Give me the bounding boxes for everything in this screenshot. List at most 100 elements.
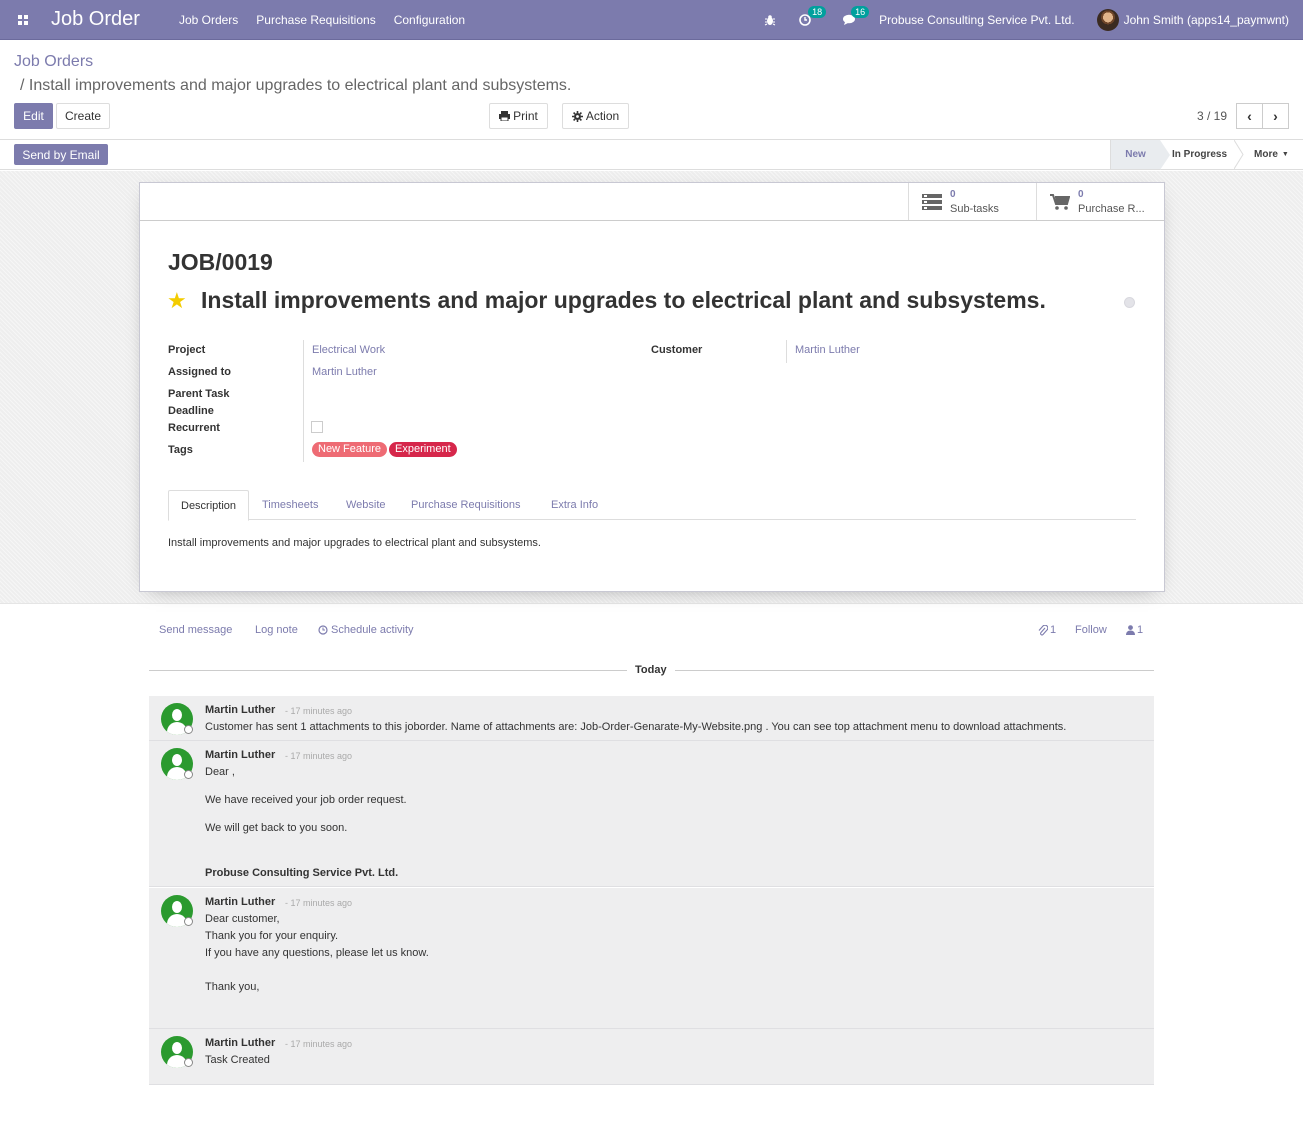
message-body-line: Dear , — [205, 766, 235, 778]
followers-button[interactable]: 1 — [1126, 624, 1143, 636]
breadcrumb-job-orders[interactable]: Job Orders — [14, 53, 93, 71]
schedule-activity-button[interactable]: Schedule activity — [318, 624, 414, 636]
stage-more-dropdown[interactable]: More ▼ — [1254, 140, 1294, 169]
chatter-message: Martin Luther - 17 minutes ago Task Crea… — [149, 1029, 1154, 1085]
user-name: John Smith (apps14_paymwnt) — [1123, 12, 1289, 27]
project-value[interactable]: Electrical Work — [312, 344, 385, 356]
message-author[interactable]: Martin Luther — [205, 704, 275, 716]
message-date: - 17 minutes ago — [285, 751, 353, 761]
field-separator — [303, 340, 304, 462]
status-circle-icon — [184, 917, 193, 926]
assigned-to-value[interactable]: Martin Luther — [312, 366, 377, 378]
user-menu[interactable]: John Smith (apps14_paymwnt) — [1096, 8, 1289, 31]
activity-clock-icon[interactable]: 18 — [799, 5, 827, 26]
debug-bug-icon[interactable] — [764, 14, 776, 26]
messages-chat-icon[interactable]: 16 — [842, 5, 870, 26]
stage-more-label: More — [1254, 149, 1278, 160]
menu-purchase-requisitions[interactable]: Purchase Requisitions — [247, 13, 384, 27]
customer-label: Customer — [651, 344, 703, 356]
chatter-message: Martin Luther - 17 minutes ago Dear cust… — [149, 888, 1154, 1029]
top-navbar: Job Order Job Orders Purchase Requisitio… — [0, 0, 1303, 40]
pager-previous-button[interactable]: ‹ — [1236, 103, 1263, 129]
message-date: - 17 minutes ago — [285, 1039, 353, 1049]
purchase-label: Purchase R... — [1078, 202, 1145, 215]
parent-task-label: Parent Task — [168, 388, 230, 400]
chatter-message: Martin Luther - 17 minutes ago Dear , We… — [149, 741, 1154, 887]
tab-extra-info[interactable]: Extra Info — [539, 490, 610, 520]
log-note-button[interactable]: Log note — [255, 624, 298, 636]
tasks-icon — [922, 193, 942, 210]
message-body-line: Thank you, — [205, 981, 260, 993]
print-icon — [499, 111, 511, 121]
chevron-left-icon: ‹ — [1247, 108, 1252, 124]
stage-arrow — [1160, 140, 1170, 170]
shopping-cart-icon — [1050, 193, 1070, 210]
recurrent-checkbox[interactable] — [311, 421, 323, 433]
action-label: Action — [585, 109, 620, 123]
message-body-line: Customer has sent 1 attachments to this … — [205, 721, 1067, 733]
subtasks-smart-button[interactable]: 0 Sub-tasks — [908, 183, 1036, 220]
tab-website[interactable]: Website — [334, 490, 398, 520]
schedule-activity-label: Schedule activity — [331, 624, 414, 636]
tab-description[interactable]: Description — [168, 490, 250, 521]
message-author[interactable]: Martin Luther — [205, 896, 275, 908]
record-title: Install improvements and major upgrades … — [201, 287, 1046, 313]
attachments-button[interactable]: 1 — [1038, 624, 1056, 636]
customer-value[interactable]: Martin Luther — [795, 344, 860, 356]
stage-new[interactable]: New — [1110, 140, 1160, 169]
message-date: - 17 minutes ago — [285, 706, 353, 716]
assigned-to-label: Assigned to — [168, 366, 231, 378]
tag-new-feature[interactable]: New Feature — [312, 442, 387, 457]
notebook-tabs: Description Timesheets Website Purchase … — [168, 490, 1136, 521]
project-label: Project — [168, 344, 206, 356]
user-avatar — [1096, 8, 1119, 31]
message-body-line: We have received your job order request. — [205, 794, 407, 806]
send-by-email-button[interactable]: Send by Email — [14, 144, 108, 165]
stage-in-progress[interactable]: In Progress — [1172, 140, 1234, 169]
subtasks-count: 0 — [950, 188, 956, 200]
message-author[interactable]: Martin Luther — [205, 1037, 275, 1049]
pager-next-button[interactable]: › — [1262, 103, 1289, 129]
date-separator-label: Today — [627, 664, 675, 676]
form-statusbar: Send by Email New In Progress More ▼ — [0, 140, 1303, 170]
subtasks-label: Sub-tasks — [950, 202, 999, 215]
apps-menu-icon[interactable] — [8, 0, 38, 40]
pager-value: 3 / 19 — [1197, 109, 1228, 123]
field-separator — [786, 340, 787, 363]
attachments-count: 1 — [1050, 624, 1057, 636]
user-icon — [1126, 625, 1135, 635]
paperclip-icon — [1038, 624, 1048, 635]
tag-experiment[interactable]: Experiment — [389, 442, 457, 457]
menu-job-orders[interactable]: Job Orders — [170, 13, 247, 27]
print-button[interactable]: Print — [489, 103, 548, 129]
edit-button[interactable]: Edit — [14, 103, 53, 129]
stage-arrow — [1234, 140, 1244, 169]
menu-configuration[interactable]: Configuration — [385, 13, 474, 27]
purchase-requisitions-smart-button[interactable]: 0 Purchase R... — [1036, 183, 1164, 220]
message-body-line: Dear customer, — [205, 913, 280, 925]
action-button[interactable]: Action — [562, 103, 629, 129]
create-button[interactable]: Create — [56, 103, 110, 129]
message-signature: Probuse Consulting Service Pvt. Ltd. — [205, 867, 399, 879]
message-author[interactable]: Martin Luther — [205, 749, 275, 761]
activity-count-badge: 18 — [808, 5, 827, 18]
tab-purchase-requisitions[interactable]: Purchase Requisitions — [399, 490, 532, 520]
message-count-badge: 16 — [851, 5, 870, 18]
smart-button-box: 0 Sub-tasks 0 Purchase R... — [140, 183, 1164, 221]
message-date: - 17 minutes ago — [285, 898, 353, 908]
breadcrumb-current: / Install improvements and major upgrade… — [20, 77, 572, 94]
tab-timesheets[interactable]: Timesheets — [250, 490, 330, 520]
priority-star-icon[interactable]: ★ — [167, 288, 187, 314]
tags-label: Tags — [168, 444, 193, 456]
send-message-button[interactable]: Send message — [159, 624, 232, 636]
purchase-count: 0 — [1078, 188, 1084, 200]
app-title[interactable]: Job Order — [51, 8, 140, 31]
record-id: JOB/0019 — [168, 249, 273, 275]
kanban-state-indicator[interactable] — [1124, 297, 1135, 308]
follow-button[interactable]: Follow — [1075, 624, 1107, 636]
deadline-label: Deadline — [168, 405, 214, 417]
print-label: Print — [513, 109, 538, 123]
chatter-message: Martin Luther - 17 minutes ago Customer … — [149, 696, 1154, 741]
company-switcher[interactable]: Probuse Consulting Service Pvt. Ltd. — [879, 13, 1074, 27]
clock-icon — [318, 625, 328, 635]
